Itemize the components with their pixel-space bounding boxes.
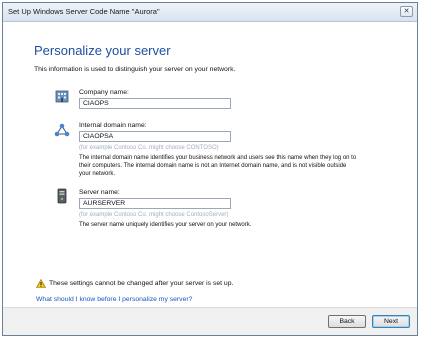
window-title: Set Up Windows Server Code Name "Aurora"	[8, 7, 160, 16]
company-name-field[interactable]: CIAOPS	[79, 98, 231, 109]
warning-icon	[36, 279, 46, 288]
domain-desc-line3: your network.	[79, 171, 116, 177]
server-desc: The server name uniquely identifies your…	[79, 222, 252, 228]
page-title: Personalize your server	[34, 43, 171, 58]
setup-wizard-window: Set Up Windows Server Code Name "Aurora"…	[2, 2, 418, 336]
domain-desc-line1: The internal domain name identifies your…	[79, 155, 357, 161]
help-link[interactable]: What should I know before I personalize …	[36, 296, 192, 303]
close-button[interactable]: ✕	[400, 6, 413, 17]
server-name-field[interactable]: AURSERVER	[79, 198, 231, 209]
domain-name-label: Internal domain name:	[79, 122, 147, 129]
button-bar: Back Next	[3, 307, 417, 335]
domain-name-hint: (for example Contoso Co. might choose CO…	[79, 145, 219, 151]
next-button[interactable]: Next	[372, 315, 410, 328]
domain-name-field[interactable]: CIAOPSA	[79, 131, 231, 142]
intro-text: This information is used to distinguish …	[34, 66, 236, 73]
server-name-hint: (for example Contoso Co. might choose Co…	[79, 212, 229, 218]
building-icon	[55, 90, 69, 103]
server-name-label: Server name:	[79, 189, 120, 196]
warning-text: These settings cannot be changed after y…	[49, 280, 234, 287]
server-icon	[57, 188, 67, 204]
back-button[interactable]: Back	[328, 315, 366, 328]
network-icon	[54, 123, 70, 137]
company-name-label: Company name:	[79, 89, 129, 96]
title-bar: Set Up Windows Server Code Name "Aurora"…	[3, 3, 417, 22]
domain-desc-line2: their computers. The internal domain nam…	[79, 163, 347, 169]
